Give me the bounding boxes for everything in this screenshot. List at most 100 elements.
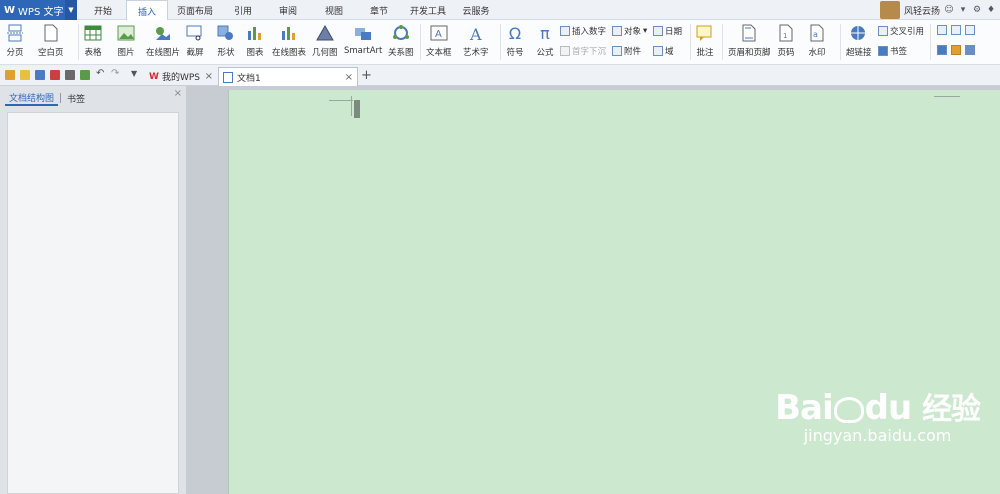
menu-page-layout[interactable]: 页面布局 bbox=[168, 0, 222, 20]
navigation-tabs: 文档结构图 书签 × bbox=[0, 86, 186, 110]
open-folder-icon[interactable] bbox=[20, 70, 30, 80]
page-break-button[interactable]: 分页 bbox=[6, 22, 24, 58]
scissors-icon bbox=[186, 24, 204, 42]
menu-section[interactable]: 章节 bbox=[356, 0, 402, 20]
form-settings-icon[interactable] bbox=[937, 45, 947, 55]
header-footer-button[interactable]: 页眉和页脚 bbox=[728, 22, 771, 58]
object-icon bbox=[612, 26, 622, 36]
chevron-down-icon[interactable]: ▼ bbox=[65, 0, 77, 20]
screenshot-button[interactable]: 截屏 bbox=[186, 22, 204, 58]
undo-icon[interactable]: ↶ bbox=[96, 68, 106, 79]
tab-document-outline[interactable]: 文档结构图 bbox=[5, 90, 59, 106]
watermark-button[interactable]: a 水印 bbox=[808, 22, 826, 58]
separator bbox=[840, 24, 841, 60]
online-chart-icon bbox=[280, 24, 298, 42]
formula-button[interactable]: π 公式 bbox=[536, 22, 554, 59]
wordart-label: 艺术字 bbox=[463, 48, 489, 58]
insert-number-button[interactable]: 插入数字 bbox=[560, 25, 606, 37]
redo-icon[interactable]: ↷ bbox=[111, 68, 121, 79]
attachment-button[interactable]: 附件 bbox=[612, 45, 641, 57]
avatar[interactable] bbox=[879, 1, 900, 19]
close-icon[interactable]: × bbox=[205, 71, 213, 82]
online-picture-icon bbox=[154, 24, 172, 42]
online-picture-button[interactable]: 在线图片 bbox=[146, 22, 180, 58]
blank-page-icon bbox=[42, 24, 60, 42]
table-button[interactable]: 表格 bbox=[84, 22, 102, 58]
menu-insert[interactable]: 插入 bbox=[126, 0, 168, 21]
menu-bar: W WPS 文字 ▼ 开始 插入 页面布局 引用 审阅 视图 章节 开发工具 云… bbox=[0, 0, 1000, 21]
shapes-button[interactable]: 形状 bbox=[217, 22, 235, 58]
blank-page-button[interactable]: 空白页 bbox=[38, 22, 64, 58]
form-checkbox-icon[interactable] bbox=[951, 25, 961, 35]
online-picture-label: 在线图片 bbox=[146, 48, 181, 58]
online-chart-button[interactable]: 在线图表 bbox=[272, 22, 306, 58]
save-icon[interactable] bbox=[35, 70, 45, 80]
calendar-icon bbox=[653, 26, 663, 36]
comment-icon bbox=[696, 24, 714, 42]
menu-review[interactable]: 审阅 bbox=[264, 0, 312, 20]
online-chart-label: 在线图表 bbox=[272, 48, 307, 58]
symbol-button[interactable]: Ω 符号 bbox=[506, 22, 524, 59]
geometry-button[interactable]: 几何图 bbox=[312, 22, 338, 58]
pi-icon: π bbox=[540, 23, 550, 43]
form-eraser-icon[interactable] bbox=[951, 45, 961, 55]
relation-chart-label: 关系图 bbox=[388, 48, 414, 58]
tab-label: 文档1 bbox=[237, 73, 261, 84]
watermark-label: 水印 bbox=[808, 48, 826, 58]
print-preview-icon[interactable] bbox=[80, 70, 90, 80]
chevron-down-icon[interactable]: ▼ bbox=[131, 69, 141, 79]
close-icon[interactable]: × bbox=[174, 88, 182, 99]
menu-cloud[interactable]: 云服务 bbox=[454, 0, 498, 20]
page-number-icon: 1 bbox=[777, 24, 795, 42]
watermark-brand: Bai du 经验 bbox=[775, 388, 981, 428]
chart-button[interactable]: 图表 bbox=[246, 22, 264, 58]
app-menu-button[interactable]: W WPS 文字 ▼ bbox=[0, 0, 77, 20]
object-button[interactable]: 对象 ▾ bbox=[612, 25, 647, 37]
comment-label: 批注 bbox=[696, 48, 714, 58]
textbox-button[interactable]: A 文本框 bbox=[426, 22, 452, 58]
relation-chart-button[interactable]: 关系图 bbox=[388, 22, 414, 58]
menu-developer[interactable]: 开发工具 bbox=[402, 0, 454, 20]
settings-icon[interactable]: ⚙ bbox=[972, 5, 982, 15]
margin-corner-mark bbox=[351, 96, 352, 116]
form-controls-row1 bbox=[937, 25, 975, 35]
shapes-icon bbox=[217, 24, 235, 42]
user-name[interactable]: 风轻云扬 bbox=[904, 4, 940, 17]
tab-my-wps[interactable]: W 我的WPS × bbox=[145, 67, 217, 86]
form-dropdown-icon[interactable] bbox=[965, 25, 975, 35]
menu-view[interactable]: 视图 bbox=[312, 0, 356, 20]
lock-icon[interactable] bbox=[965, 45, 975, 55]
picture-button[interactable]: 图片 bbox=[117, 22, 135, 58]
picture-label: 图片 bbox=[117, 48, 135, 58]
bookmark-button[interactable]: 书签 bbox=[878, 45, 907, 57]
chevron-down-icon[interactable]: ▾ bbox=[958, 5, 968, 15]
menu-references[interactable]: 引用 bbox=[222, 0, 264, 20]
page-number-button[interactable]: 1 页码 bbox=[777, 22, 795, 58]
field-button[interactable]: 域 bbox=[653, 45, 674, 57]
globe-icon bbox=[850, 24, 868, 42]
hyperlink-button[interactable]: 超链接 bbox=[846, 22, 872, 58]
margin-corner-mark bbox=[329, 96, 353, 101]
drop-cap-button[interactable]: 首字下沉 bbox=[560, 45, 606, 57]
drop-cap-icon bbox=[560, 46, 570, 56]
wordart-button[interactable]: A 艺术字 bbox=[463, 22, 489, 58]
menu-home[interactable]: 开始 bbox=[80, 0, 126, 20]
date-button[interactable]: 日期 bbox=[653, 25, 682, 37]
form-textbox-icon[interactable] bbox=[937, 25, 947, 35]
separator bbox=[78, 24, 79, 60]
skin-icon[interactable]: ♦ bbox=[986, 5, 996, 15]
new-doc-icon[interactable] bbox=[5, 70, 15, 80]
cross-ref-button[interactable]: 交叉引用 bbox=[878, 25, 924, 37]
smartart-button[interactable]: SmartArt bbox=[344, 22, 382, 56]
ribbon-insert: 分页 空白页 表格 图片 在线图片 截屏 形状 图表 在线图表 几何图 Smar… bbox=[0, 20, 1000, 65]
tab-bookmarks[interactable]: 书签 bbox=[63, 90, 89, 106]
omega-icon: Ω bbox=[508, 23, 522, 43]
tab-document1[interactable]: 文档1 × bbox=[218, 67, 358, 86]
comment-button[interactable]: 批注 bbox=[696, 22, 714, 58]
print-icon[interactable] bbox=[65, 70, 75, 80]
notification-icon[interactable]: ☺ bbox=[944, 5, 954, 15]
wordart-icon: A bbox=[467, 24, 485, 42]
new-tab-icon[interactable]: + bbox=[361, 68, 372, 83]
close-icon[interactable]: × bbox=[345, 72, 353, 83]
pdf-export-icon[interactable] bbox=[50, 70, 60, 80]
